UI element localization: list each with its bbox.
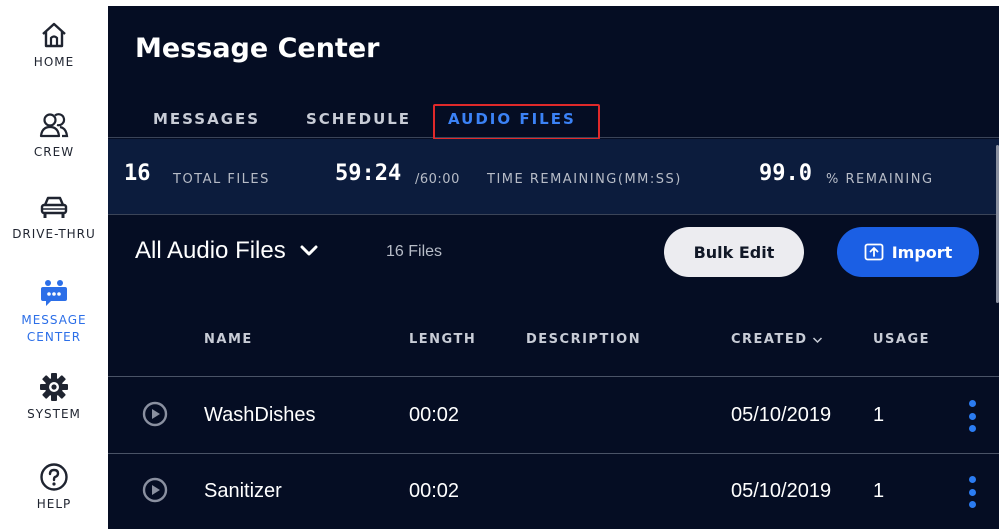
file-created: 05/10/2019	[731, 480, 832, 502]
message-center-icon	[37, 276, 71, 310]
file-usage: 1	[873, 480, 885, 502]
home-icon	[37, 18, 71, 52]
sidebar-item-drive-thru[interactable]: DRIVE-THRU	[0, 190, 108, 243]
active-tab-highlight	[433, 104, 600, 140]
sidebar-item-system[interactable]: SYSTEM	[0, 370, 108, 423]
upload-icon	[864, 243, 884, 261]
sidebar-item-label: HOME	[33, 55, 75, 69]
chevron-down-icon	[812, 336, 822, 343]
row-menu-icon[interactable]	[966, 400, 978, 432]
page-title: Message Center	[135, 33, 380, 64]
main-panel: Message Center MESSAGES SCHEDULE AUDIO F…	[108, 6, 999, 529]
total-files-value: 16	[124, 161, 151, 186]
bulk-edit-label: Bulk Edit	[693, 242, 775, 262]
column-header-length[interactable]: LENGTH	[409, 332, 476, 347]
time-total-value: /60:00	[415, 172, 460, 187]
table-row[interactable]: Sanitizer 00:02 05/10/2019 1	[108, 454, 999, 529]
column-header-usage[interactable]: USAGE	[873, 332, 930, 347]
file-name: WashDishes	[204, 404, 316, 426]
percent-remaining-label: % REMAINING	[826, 172, 934, 187]
sidebar-item-label: CREW	[33, 145, 75, 159]
bulk-edit-button[interactable]: Bulk Edit	[664, 227, 804, 277]
column-header-name[interactable]: NAME	[204, 332, 253, 347]
tab-messages[interactable]: MESSAGES	[153, 110, 260, 128]
column-header-created-label: CREATED	[731, 332, 808, 347]
total-files-label: TOTAL FILES	[173, 172, 270, 187]
file-length: 00:02	[409, 404, 460, 426]
table-header: NAME LENGTH DESCRIPTION CREATED USAGE	[108, 306, 999, 377]
car-icon	[37, 190, 71, 224]
sidebar-item-label: DRIVE-THRU	[12, 227, 96, 241]
sidebar-item-label-line2: CENTER	[26, 330, 82, 344]
audio-filter-label: All Audio Files	[135, 237, 286, 264]
file-created: 05/10/2019	[731, 404, 832, 426]
tab-schedule[interactable]: SCHEDULE	[306, 110, 411, 128]
file-name: Sanitizer	[204, 480, 282, 502]
help-icon	[37, 460, 71, 494]
sidebar-item-help[interactable]: HELP	[0, 460, 108, 513]
time-remaining-value: 59:24	[335, 161, 402, 186]
sidebar-item-label: HELP	[36, 497, 72, 511]
crew-icon	[37, 108, 71, 142]
import-button[interactable]: Import	[837, 227, 979, 277]
sidebar-item-label: SYSTEM	[27, 407, 81, 421]
percent-remaining-value: 99.0	[759, 161, 812, 186]
tab-bar: MESSAGES SCHEDULE AUDIO FILES	[108, 102, 999, 140]
time-remaining-label: TIME REMAINING(MM:SS)	[487, 172, 682, 187]
column-header-description[interactable]: DESCRIPTION	[526, 332, 641, 347]
sidebar-item-crew[interactable]: CREW	[0, 108, 108, 161]
file-length: 00:02	[409, 480, 460, 502]
sidebar-item-message-center[interactable]: MESSAGE CENTER	[0, 276, 108, 346]
play-icon[interactable]	[142, 401, 168, 427]
play-icon[interactable]	[142, 477, 168, 503]
sidebar-item-label-line1: MESSAGE	[21, 313, 87, 327]
gear-icon	[37, 370, 71, 404]
import-label: Import	[891, 242, 953, 262]
chevron-down-icon	[300, 245, 318, 256]
column-header-created[interactable]: CREATED	[731, 332, 823, 347]
file-usage: 1	[873, 404, 885, 426]
stats-bar: 16 TOTAL FILES 59:24 /60:00 TIME REMAINI…	[108, 139, 999, 215]
table-row[interactable]: WashDishes 00:02 05/10/2019 1	[108, 378, 999, 454]
audio-filter-dropdown[interactable]: All Audio Files	[135, 237, 318, 265]
sidebar-item-home[interactable]: HOME	[0, 18, 108, 71]
sidebar: HOME CREW DRIVE-THRU MESSAGE CENTER SYST…	[0, 0, 108, 529]
file-count: 16 Files	[386, 243, 443, 260]
row-menu-icon[interactable]	[966, 476, 978, 508]
